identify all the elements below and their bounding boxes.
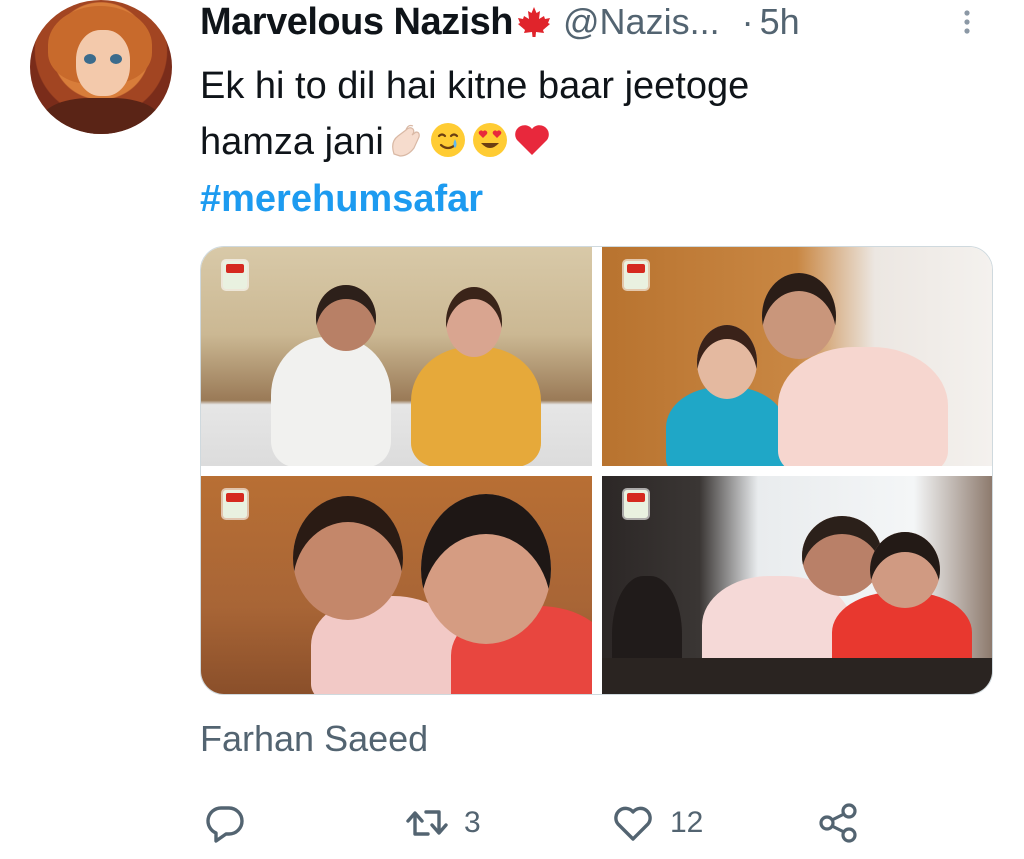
photo-figure-head: [293, 495, 403, 620]
share-button[interactable]: [816, 796, 862, 850]
red-heart-emoji: [514, 125, 549, 155]
canada-flag-icon: [518, 7, 550, 37]
tweet-text-fragment: hamza jani: [200, 121, 384, 163]
channel-logo: [223, 489, 247, 518]
retweet-icon: [406, 810, 448, 836]
photo-figure: [411, 347, 541, 466]
user-handle[interactable]: @Nazis...: [563, 1, 720, 43]
avatar-eye: [84, 54, 96, 64]
more-icon[interactable]: [960, 6, 974, 38]
media-caption[interactable]: Farhan Saeed: [200, 718, 428, 760]
tweet-text-line: hamza jani: [200, 114, 980, 170]
retweet-count: 3: [464, 806, 481, 839]
media-photo-3[interactable]: [201, 475, 592, 694]
tweet-text-line: Ek hi to dil hai kitne baar jeetoge: [200, 65, 750, 107]
photo-figure-head: [316, 285, 376, 351]
photo-figure-head: [421, 493, 551, 644]
media-photo-4[interactable]: [601, 475, 992, 694]
photo-figure: [271, 337, 391, 466]
heart-icon: [614, 806, 652, 841]
photo-figure-head: [446, 287, 502, 357]
channel-logo: [623, 489, 648, 518]
photo-figure-head: [696, 325, 757, 399]
like-button[interactable]: 12: [610, 796, 703, 850]
heart-eyes-emoji: [472, 123, 507, 157]
media-photo-1[interactable]: [201, 247, 592, 466]
channel-logo: [623, 261, 648, 289]
timestamp[interactable]: 5h: [760, 1, 800, 43]
avatar-cloak: [40, 98, 162, 134]
media-grid: [200, 246, 993, 695]
avatar-eye: [110, 54, 122, 64]
hashtag-link[interactable]: #merehumsafar: [200, 178, 483, 221]
photo-table: [601, 657, 992, 694]
photo-figure-head: [869, 531, 940, 608]
reply-icon: [206, 806, 244, 843]
media-photo-2[interactable]: [601, 247, 992, 466]
reply-button[interactable]: [202, 796, 262, 850]
user-avatar[interactable]: [30, 0, 172, 134]
retweet-button[interactable]: 3: [404, 796, 481, 850]
photo-figure-head: [761, 273, 836, 359]
channel-logo: [223, 261, 247, 289]
tweet-text: Ek hi to dil hai kitne baar jeetoge hamz…: [200, 58, 980, 170]
avatar-face: [76, 30, 130, 96]
display-name[interactable]: Marvelous Nazish: [200, 1, 514, 44]
pinching-hand-emoji: [391, 124, 420, 157]
photo-figure-head: [801, 515, 882, 596]
photo-figure: [777, 347, 948, 466]
action-bar: 3 12: [200, 796, 880, 850]
tweet-header: Marvelous Nazish @Nazis... · 5h: [200, 0, 800, 44]
separator-dot: ·: [741, 1, 754, 42]
smiling-face-with-tear-emoji: [430, 123, 465, 157]
like-count: 12: [670, 806, 704, 839]
share-icon: [819, 803, 857, 843]
